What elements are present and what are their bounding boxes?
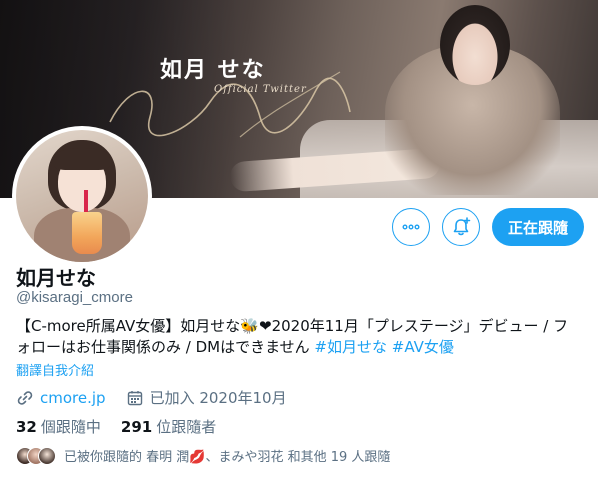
avatar-fringe (54, 148, 110, 170)
followed-by-avatars (16, 446, 56, 465)
more-dots-icon (402, 224, 420, 230)
profile-handle: @kisaragi_cmore (16, 289, 133, 306)
profile-stats: 32 個跟隨中 291 位跟隨者 (16, 416, 216, 437)
following-label: 個跟隨中 (40, 418, 101, 436)
banner-figure-head (440, 5, 510, 85)
following-count: 32 (16, 418, 37, 436)
following-button[interactable]: 正在跟隨 (491, 208, 584, 246)
hashtag-link[interactable]: #如月せな (314, 338, 387, 356)
profile-actions: 正在跟隨 (391, 208, 584, 246)
website-link[interactable]: cmore.jp (40, 389, 106, 407)
more-button[interactable] (391, 208, 430, 246)
followers-stat[interactable]: 291 位跟隨者 (121, 416, 216, 437)
profile-avatar[interactable] (12, 126, 152, 266)
following-stat[interactable]: 32 個跟隨中 (16, 416, 101, 437)
hashtag-link[interactable]: #AV女優 (392, 338, 454, 356)
followers-label: 位跟隨者 (156, 418, 217, 436)
notifications-button[interactable] (441, 208, 480, 246)
link-icon (17, 390, 33, 405)
avatar-image (16, 130, 148, 262)
banner-subtitle: Official Twitter (214, 84, 307, 95)
profile-meta: cmore.jp 已加入 2020年10月 (16, 387, 287, 408)
avatar-cup (72, 212, 102, 254)
bell-plus-icon (453, 217, 471, 236)
bio-emojis: 🐝❤ (240, 317, 272, 335)
profile-bio: 【C-more所属AV女優】如月せな🐝❤2020年11月「プレステージ」デビュー… (16, 316, 582, 358)
bio-prefix: 【C-more所属AV女優】如月せな (16, 317, 241, 335)
banner-title: 如月 せな (160, 57, 266, 83)
calendar-icon (127, 390, 142, 405)
followers-count: 291 (120, 418, 153, 436)
avatar (38, 446, 56, 465)
followed-by-text: 已被你跟隨的 春明 潤💋、まみや羽花 和其他 19 人跟隨 (64, 450, 391, 465)
profile-name: 如月せな (16, 266, 96, 290)
followed-by[interactable]: 已被你跟隨的 春明 潤💋、まみや羽花 和其他 19 人跟隨 (16, 446, 390, 465)
joined-date: 已加入 2020年10月 (149, 389, 287, 407)
translate-bio-link[interactable]: 翻譯自我介紹 (16, 360, 94, 379)
